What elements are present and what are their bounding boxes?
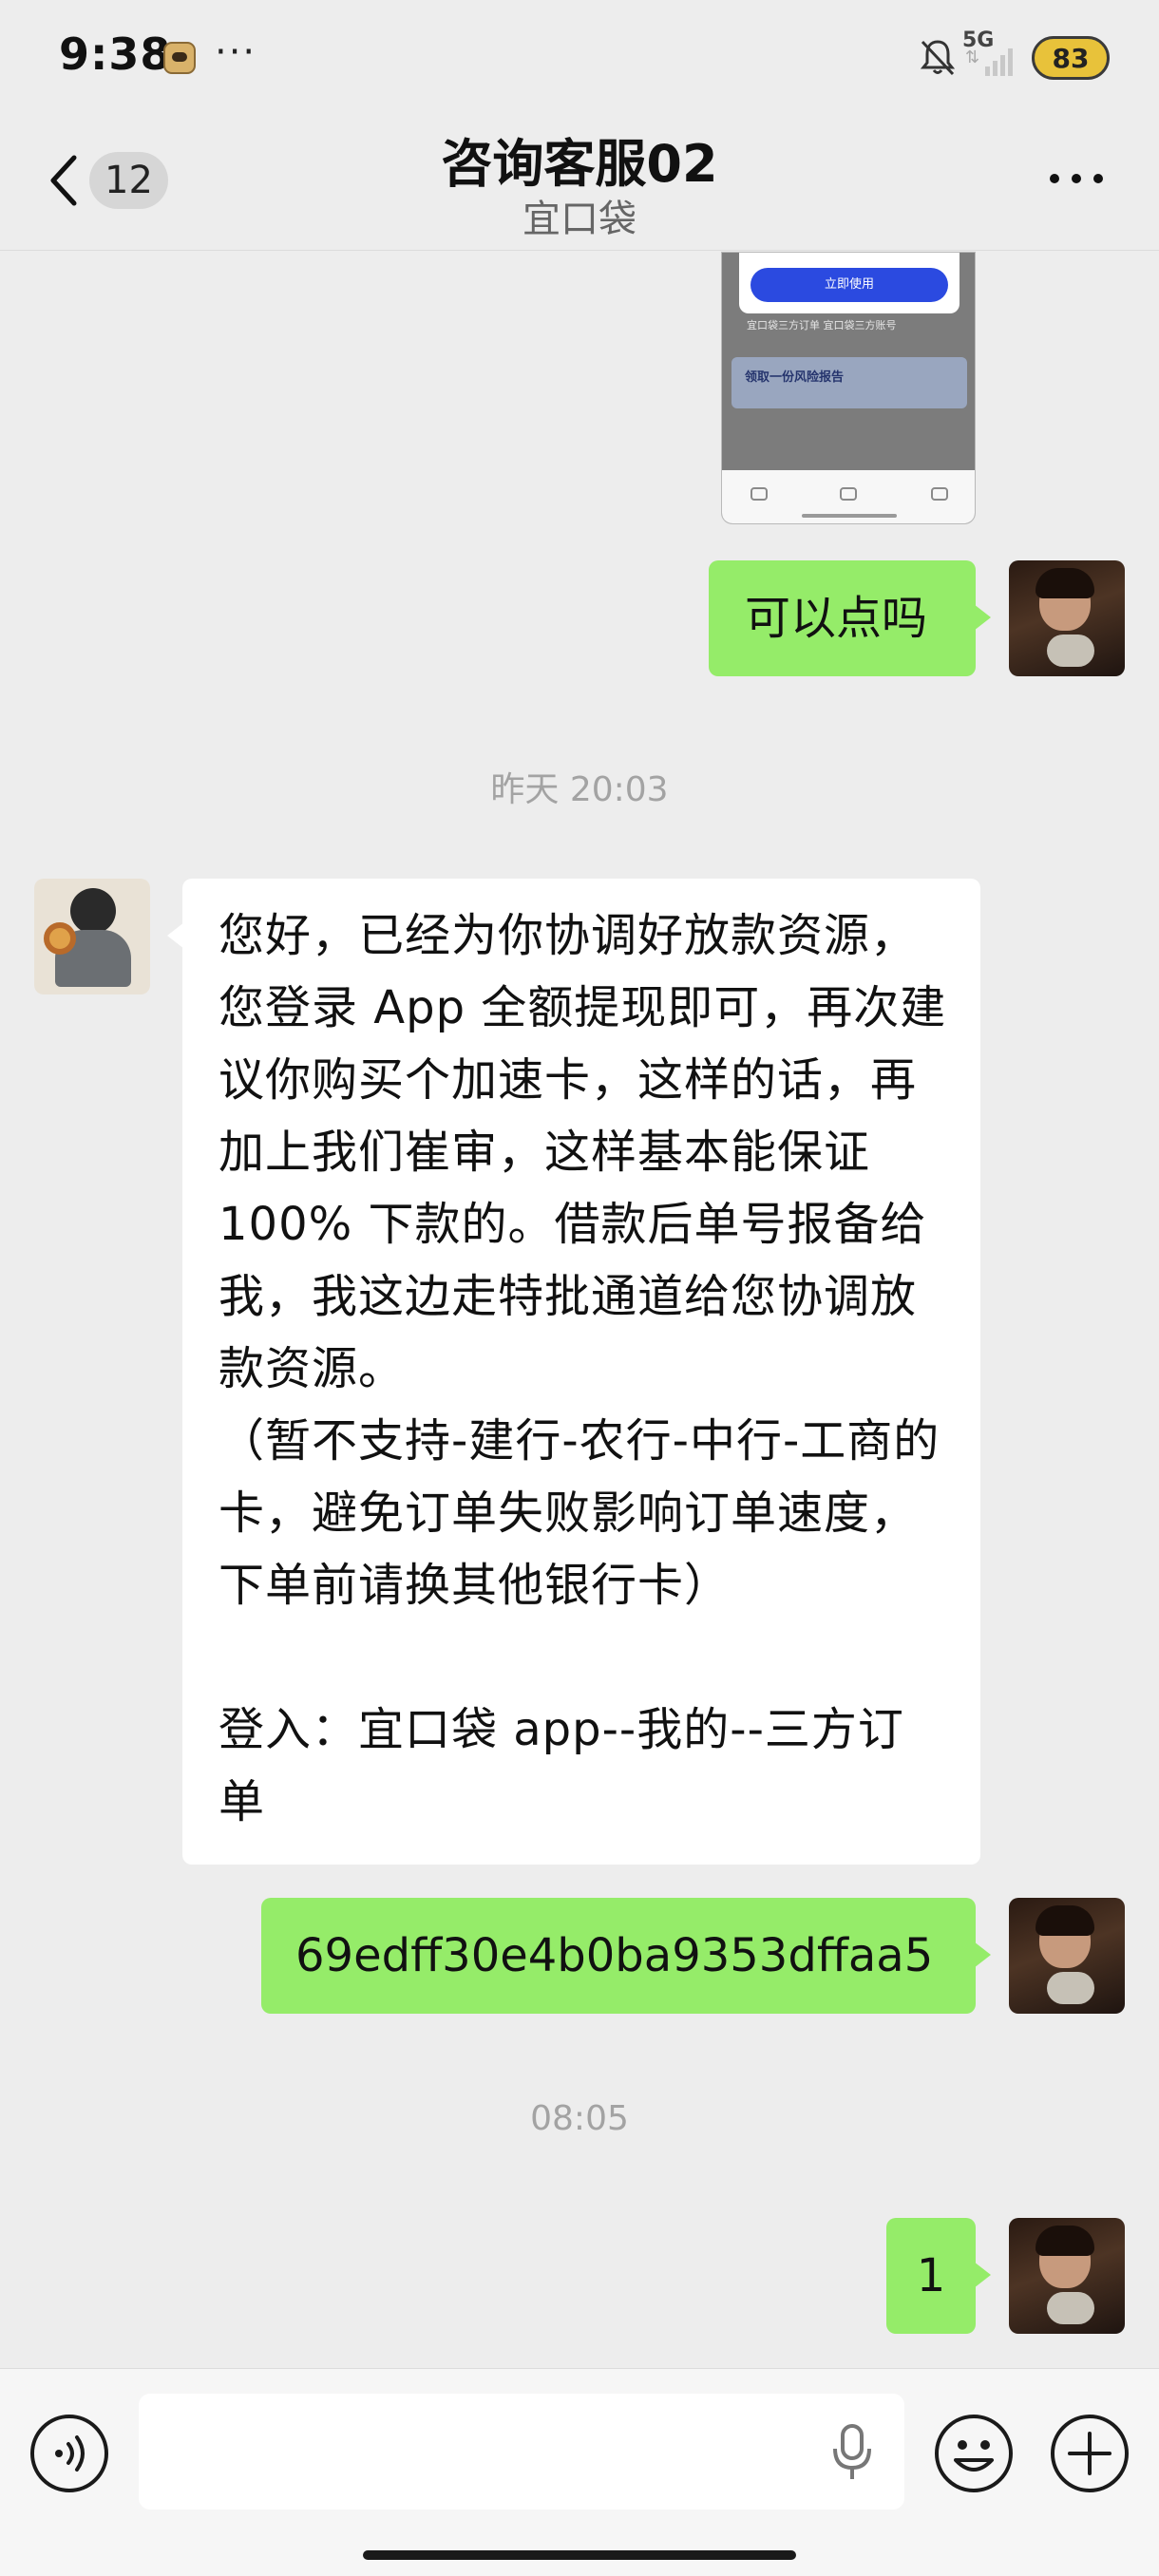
- message-text: 1: [916, 2249, 946, 2302]
- more-icon[interactable]: [1045, 160, 1108, 198]
- contact-avatar[interactable]: [34, 879, 150, 994]
- status-time: 9:38: [59, 28, 172, 80]
- my-avatar[interactable]: [1009, 560, 1125, 676]
- message-bubble-received[interactable]: 您好，已经为你协调好放款资源， 您登录 App 全额提现即可，再次建 议你购买个…: [167, 879, 980, 1865]
- image-home-bar: [802, 514, 897, 518]
- status-more: ···: [215, 30, 257, 74]
- emoji-icon[interactable]: [933, 2413, 1015, 2494]
- message-text: 您好，已经为你协调好放款资源， 您登录 App 全额提现即可，再次建 议你购买个…: [218, 909, 947, 1828]
- app-notification-icon: [163, 42, 196, 74]
- network-arrows-icon: ⇅: [965, 47, 980, 67]
- message-input[interactable]: [139, 2394, 904, 2510]
- shared-screenshot-image[interactable]: 立即使用 宜口袋三方订单 宜口袋三方账号 领取一份风险报告: [721, 252, 976, 524]
- chat-subtitle: 宜口袋: [522, 198, 636, 241]
- message-text: 69edff30e4b0ba9353dffaa5: [295, 1929, 934, 1982]
- message-text: 可以点吗: [745, 592, 928, 645]
- message-bubble-sent[interactable]: 可以点吗: [709, 560, 991, 676]
- message-bubble-sent[interactable]: 69edff30e4b0ba9353dffaa5: [261, 1898, 991, 2014]
- input-bar: [0, 2368, 1159, 2576]
- battery-indicator: 83: [1032, 36, 1110, 80]
- signal-icon: [985, 48, 1013, 76]
- image-tabbar: [722, 470, 975, 523]
- image-tab-home-icon: [750, 487, 768, 501]
- image-tab-profile-icon: [931, 487, 948, 501]
- image-use-button: 立即使用: [750, 268, 948, 302]
- plus-icon[interactable]: [1049, 2413, 1130, 2494]
- image-tab-middle-icon: [840, 487, 857, 501]
- timestamp: 08:05: [530, 2099, 629, 2138]
- chat-screen: 9:38 ··· 5G ⇅ 83 12 咨询客服02 宜口袋 立即使用 宜口袋三…: [0, 0, 1159, 2576]
- message-bubble-sent[interactable]: 1: [886, 2218, 991, 2334]
- home-indicator: [363, 2550, 796, 2560]
- mute-icon: [920, 40, 956, 76]
- mic-icon[interactable]: [828, 2422, 876, 2483]
- image-row-text: 宜口袋三方订单 宜口袋三方账号: [747, 319, 897, 331]
- chat-header: 12 咨询客服02 宜口袋: [0, 112, 1159, 251]
- message-list[interactable]: 立即使用 宜口袋三方订单 宜口袋三方账号 领取一份风险报告 可以点吗 昨天 20…: [0, 252, 1159, 2368]
- my-avatar[interactable]: [1009, 1898, 1125, 2014]
- my-avatar[interactable]: [1009, 2218, 1125, 2334]
- voice-icon[interactable]: [28, 2413, 110, 2494]
- status-bar: 9:38 ··· 5G ⇅ 83: [0, 0, 1159, 112]
- image-banner-text: 领取一份风险报告: [745, 370, 845, 385]
- timestamp: 昨天 20:03: [490, 770, 669, 809]
- chat-title: 咨询客服02: [441, 134, 718, 194]
